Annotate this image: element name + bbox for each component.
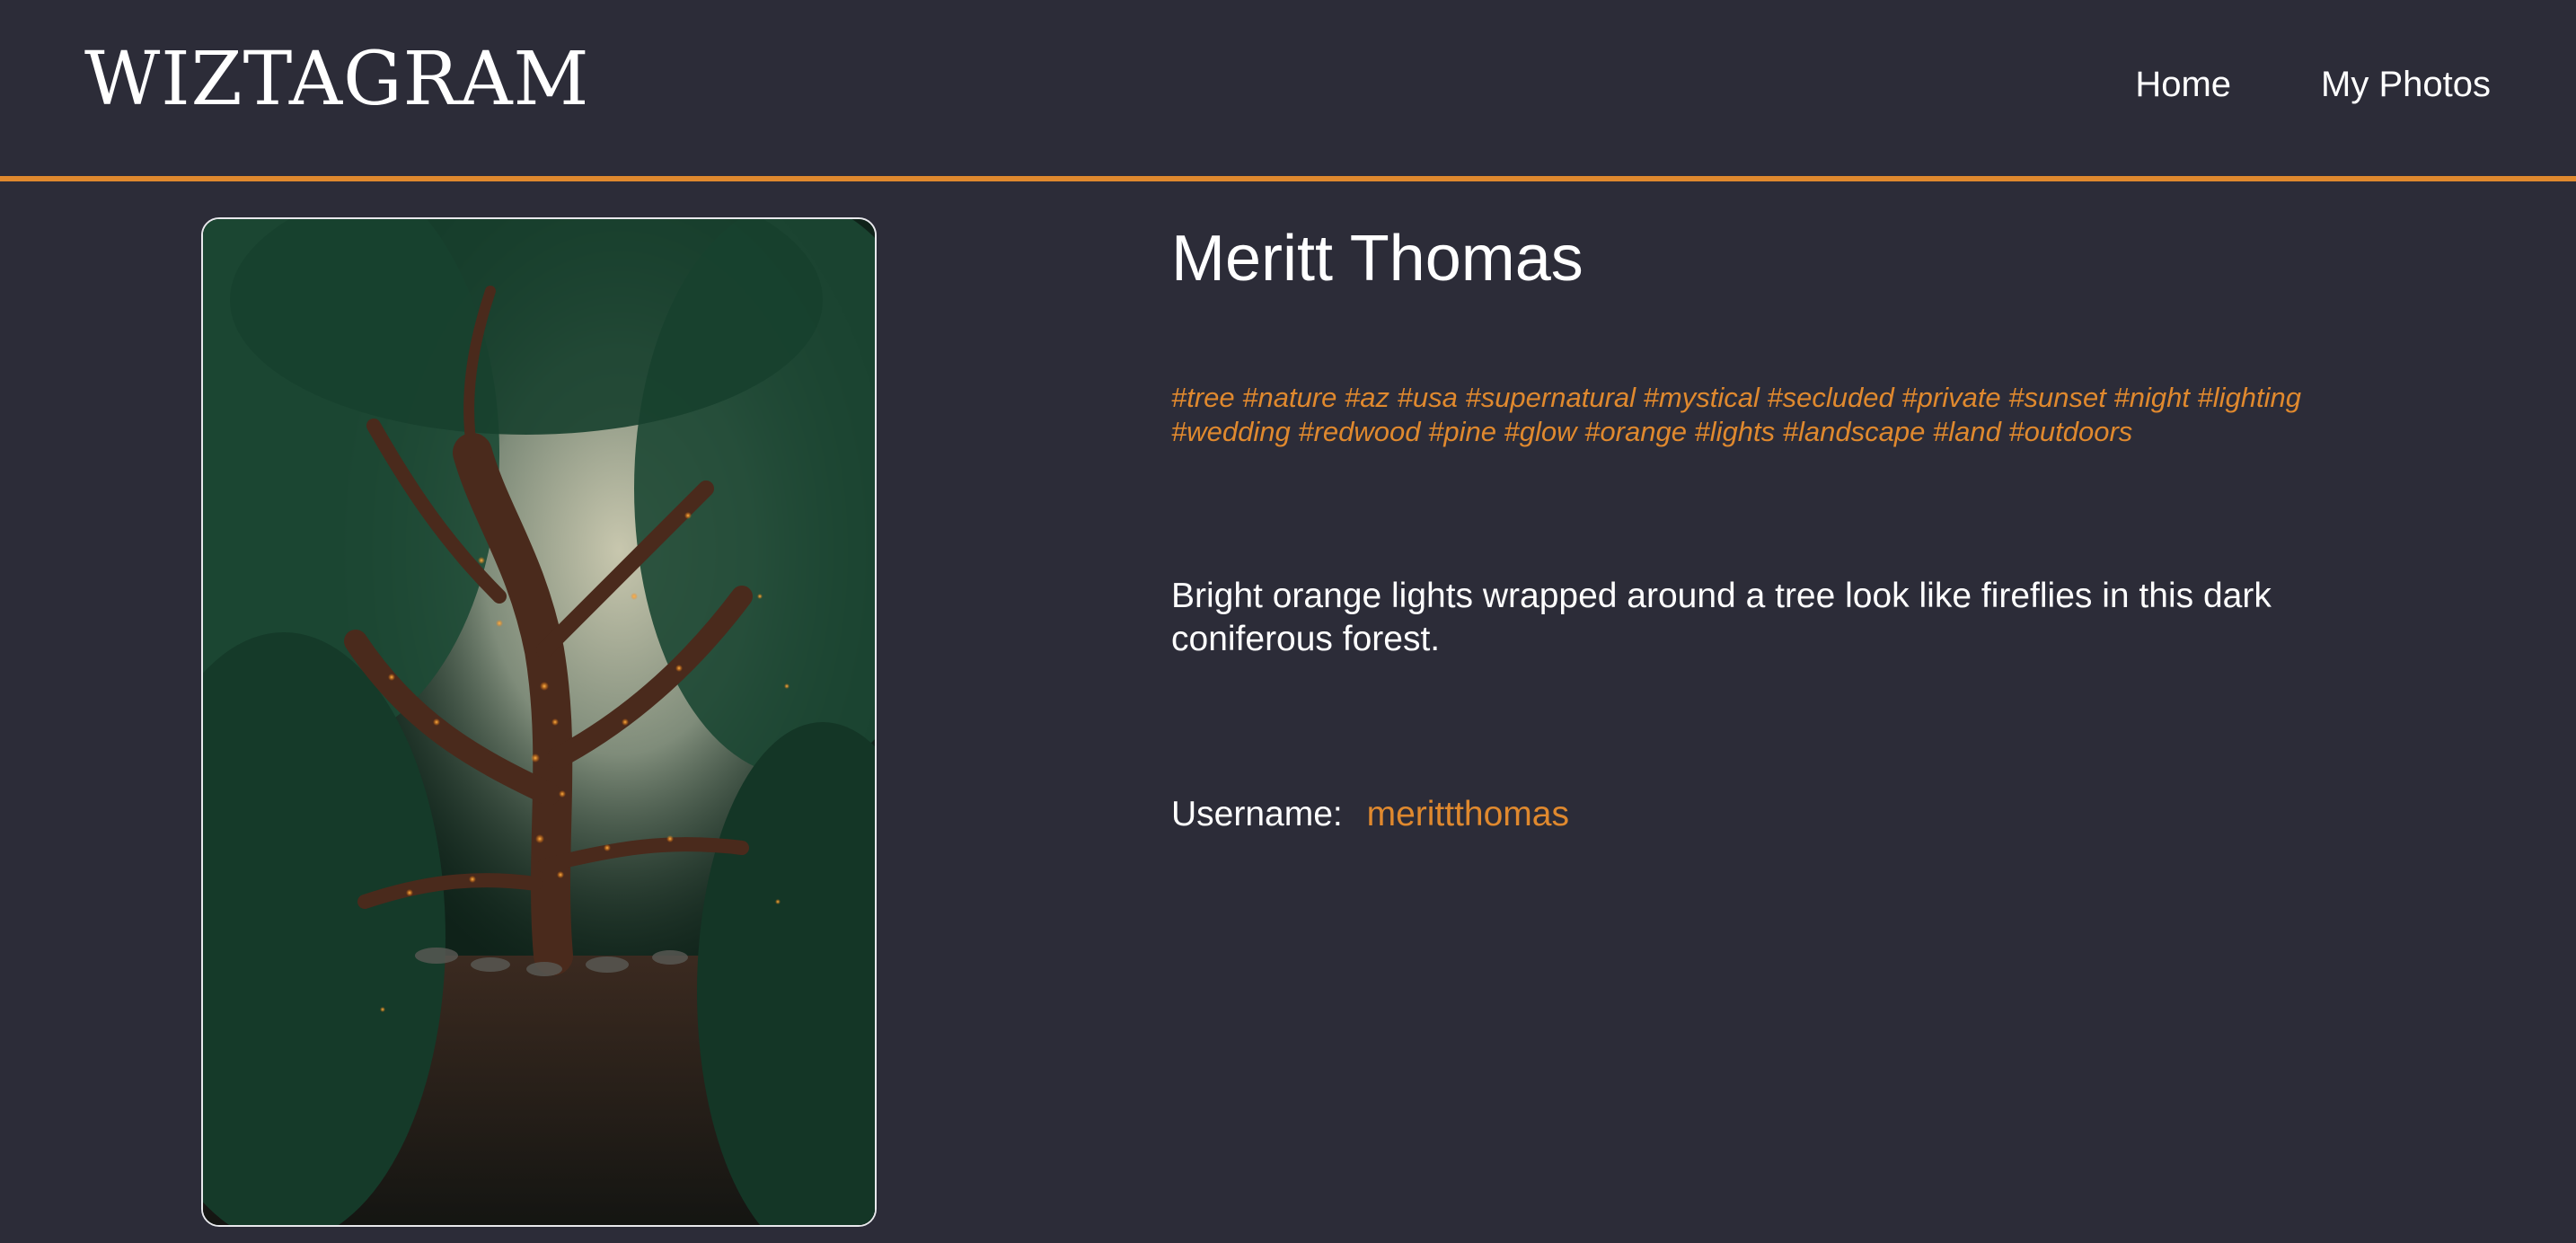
nav-home-link[interactable]: Home xyxy=(2135,52,2231,117)
site-header: WIZTAGRAM Home My Photos xyxy=(0,0,2576,176)
username-label: Username: xyxy=(1171,795,1343,833)
username-link[interactable]: merittthomas xyxy=(1367,795,1569,833)
photo-details: Meritt Thomas #tree #nature #az #usa #su… xyxy=(1171,216,2429,837)
photo-image xyxy=(201,217,877,1227)
username-row: Username: merittthomas xyxy=(1171,792,2429,837)
photo-description: Bright orange lights wrapped around a tr… xyxy=(1171,577,2272,658)
header-divider xyxy=(0,176,2576,181)
site-logo[interactable]: WIZTAGRAM xyxy=(84,22,590,138)
nav-my-photos-link[interactable]: My Photos xyxy=(2321,52,2491,117)
main-nav: Home My Photos xyxy=(2135,52,2491,117)
photo-title: Meritt Thomas xyxy=(1171,223,1584,295)
hashtag-list: #tree #nature #az #usa #supernatural #my… xyxy=(1171,382,2302,447)
